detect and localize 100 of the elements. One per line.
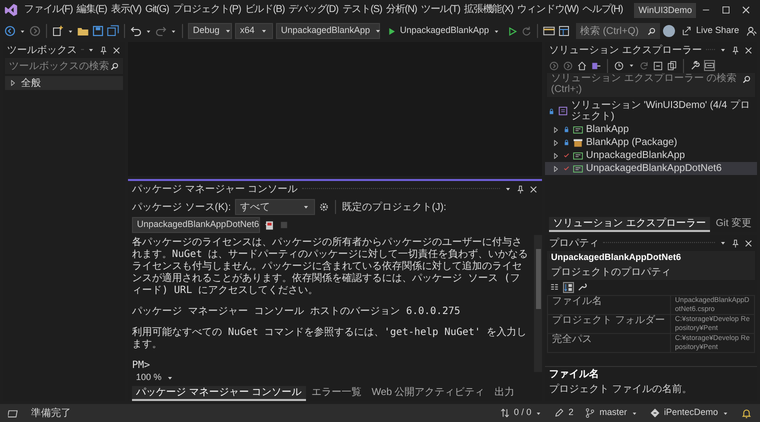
- caret-icon: [722, 410, 729, 416]
- new-item-icon[interactable]: [52, 25, 64, 37]
- caret-icon[interactable]: [67, 28, 74, 34]
- maximize-icon[interactable]: [721, 5, 731, 15]
- avatar[interactable]: [663, 25, 676, 37]
- menu-item[interactable]: ファイル(F): [22, 5, 75, 15]
- tree-item[interactable]: BlankApp: [545, 123, 757, 136]
- caret-icon[interactable]: [170, 28, 177, 34]
- folder-icon[interactable]: [77, 25, 89, 37]
- menu-item[interactable]: 拡張機能(X): [462, 5, 516, 15]
- menu-item[interactable]: 表示(V): [108, 5, 144, 15]
- switch-views-icon[interactable]: [591, 60, 601, 70]
- status-message: 準備完了: [31, 406, 71, 420]
- close-icon[interactable]: [744, 238, 753, 248]
- configuration-dropdown[interactable]: Debug: [188, 23, 232, 39]
- layout-icon[interactable]: [558, 25, 570, 37]
- menu-item[interactable]: デバッグ(D): [286, 5, 340, 15]
- platform-dropdown[interactable]: x64: [235, 23, 273, 39]
- refresh-icon[interactable]: [639, 60, 649, 70]
- tree-item[interactable]: ソリューション 'WinUI3Demo' (4/4 プロジェクト): [545, 99, 757, 123]
- expand-arrow-icon[interactable]: [552, 152, 560, 160]
- caret-icon[interactable]: [719, 46, 727, 54]
- close-icon[interactable]: [741, 5, 751, 15]
- close-icon[interactable]: [112, 46, 121, 54]
- startup-project-dropdown[interactable]: UnpackagedBlankApp: [276, 23, 380, 39]
- search-field[interactable]: ツールボックスの検索: [5, 58, 123, 74]
- object-selector[interactable]: UnpackagedBlankAppDotNet6 プロジェクトのプロパティ: [547, 251, 755, 280]
- menu-item[interactable]: ツール(T): [418, 5, 462, 15]
- repository-button[interactable]: iPentecDemo: [650, 406, 729, 420]
- project-icon: [573, 150, 583, 160]
- caret-icon[interactable]: [719, 239, 727, 247]
- caret-icon[interactable]: [87, 46, 95, 54]
- pin-icon[interactable]: [99, 46, 108, 54]
- zoom-dropdown[interactable]: 100 %: [132, 370, 178, 386]
- forward-icon[interactable]: [563, 60, 573, 70]
- run-button[interactable]: UnpackagedBlankApp: [383, 23, 504, 39]
- preview-icon[interactable]: [704, 60, 715, 71]
- scrollbar-thumb[interactable]: [536, 249, 540, 309]
- close-icon[interactable]: [529, 184, 538, 194]
- play-outline-icon[interactable]: [507, 26, 518, 36]
- restart-icon[interactable]: [521, 26, 532, 36]
- changes-button[interactable]: 2: [554, 406, 574, 420]
- search-icon: [110, 62, 119, 70]
- settings-icon[interactable]: [318, 202, 329, 212]
- show-all-files-icon[interactable]: [667, 60, 677, 70]
- close-icon[interactable]: [744, 46, 753, 54]
- package-source-dropdown[interactable]: すべて: [234, 199, 315, 215]
- tab[interactable]: Git 変更: [712, 217, 756, 232]
- pin-icon[interactable]: [731, 46, 740, 54]
- menu-item[interactable]: プロジェクト(P): [170, 5, 243, 15]
- expand-arrow-icon[interactable]: [552, 126, 560, 134]
- back-icon[interactable]: [4, 25, 16, 37]
- branch-button[interactable]: master: [585, 406, 638, 420]
- window-icon[interactable]: [8, 408, 19, 418]
- feedback-icon[interactable]: [746, 26, 758, 36]
- menu-item[interactable]: Git(G): [143, 5, 171, 15]
- back-icon[interactable]: [549, 60, 559, 70]
- menu-item[interactable]: 編集(E): [74, 5, 109, 15]
- repository-icon: [650, 408, 660, 418]
- menu-item[interactable]: ビルド(B): [242, 5, 287, 15]
- undo-icon[interactable]: [130, 25, 142, 37]
- tree-item[interactable]: UnpackagedBlankAppDotNet6: [545, 162, 757, 175]
- play-icon: [387, 26, 396, 36]
- caret-icon[interactable]: [145, 28, 152, 34]
- window-icon[interactable]: [543, 25, 556, 37]
- tab[interactable]: 出力: [490, 386, 519, 401]
- pin-icon[interactable]: [731, 238, 740, 248]
- sort-icon[interactable]: [563, 282, 574, 292]
- save-icon[interactable]: [92, 25, 104, 37]
- clock-icon[interactable]: [614, 60, 624, 70]
- collapse-all-icon[interactable]: [653, 60, 663, 70]
- tree-item[interactable]: 全般: [5, 76, 123, 90]
- categorized-icon[interactable]: [549, 282, 560, 292]
- property-name: 完全パス: [548, 334, 670, 352]
- caret-icon[interactable]: [628, 62, 635, 69]
- search-field[interactable]: 検索 (Ctrl+Q): [576, 23, 660, 39]
- live-share-button[interactable]: Live Share: [682, 24, 740, 38]
- tab[interactable]: ソリューション エクスプローラー: [549, 217, 710, 232]
- tab[interactable]: エラー一覧: [308, 386, 366, 401]
- clear-console-icon[interactable]: [264, 220, 275, 230]
- tab[interactable]: Web 公開アクティビティ: [368, 386, 489, 401]
- save-all-icon[interactable]: [107, 25, 119, 37]
- menu-item[interactable]: ヘルプ(H): [580, 5, 625, 15]
- caret-icon: [260, 27, 268, 35]
- expand-arrow-icon[interactable]: [552, 138, 560, 146]
- expand-arrow-icon[interactable]: [552, 164, 560, 172]
- bell-icon[interactable]: [741, 408, 752, 418]
- sync-button[interactable]: 0 / 0: [500, 406, 542, 420]
- caret-icon: [535, 410, 542, 416]
- tree-item[interactable]: UnpackagedBlankApp: [545, 149, 757, 162]
- menu-item[interactable]: ウィンドウ(W): [515, 5, 580, 15]
- expand-arrow-icon[interactable]: [9, 79, 17, 87]
- tree-item[interactable]: BlankApp (Package): [545, 136, 757, 149]
- menu-item[interactable]: テスト(S): [340, 5, 384, 15]
- menu-item[interactable]: 分析(N): [384, 5, 419, 15]
- pin-icon[interactable]: [516, 184, 525, 194]
- tab[interactable]: パッケージ マネージャー コンソール: [132, 386, 306, 401]
- caret-icon[interactable]: [19, 28, 26, 34]
- caret-icon[interactable]: [504, 185, 512, 193]
- home-icon[interactable]: [577, 60, 587, 70]
